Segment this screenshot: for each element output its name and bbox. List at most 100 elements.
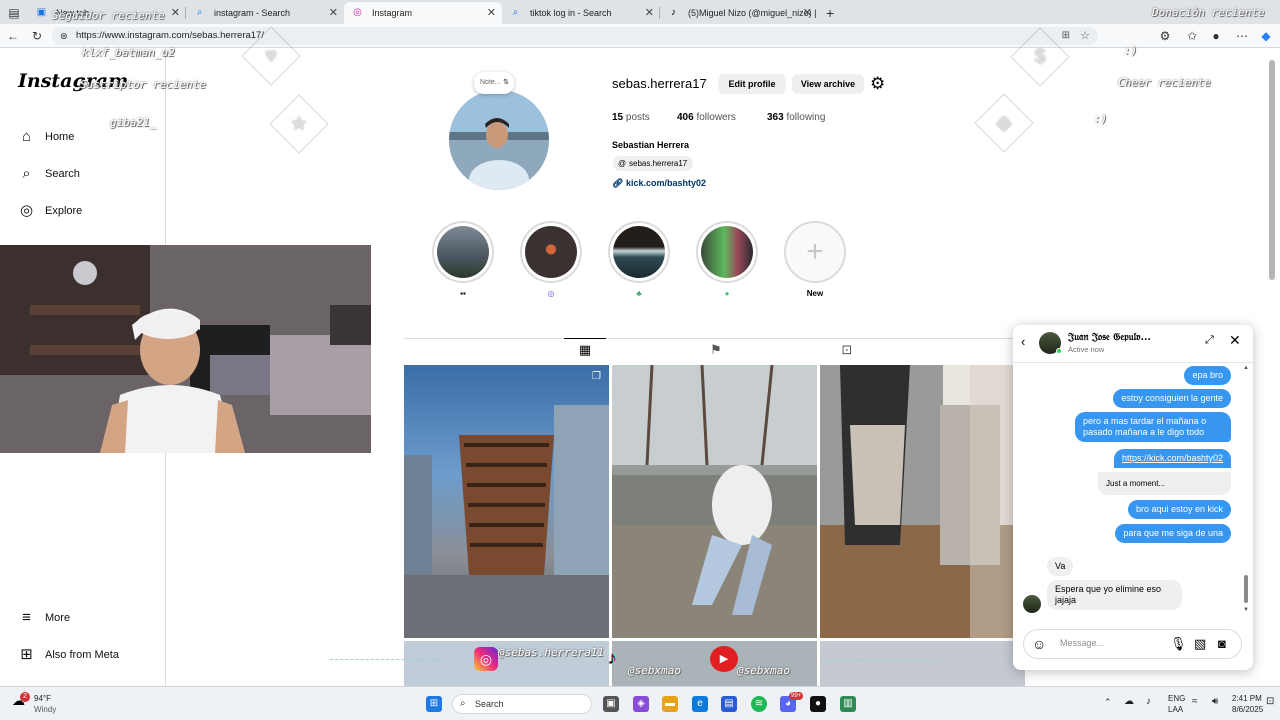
followers-stat[interactable]: 406 followers: [677, 112, 736, 123]
language-code[interactable]: ENG: [1168, 694, 1185, 703]
close-icon[interactable]: ✕: [171, 2, 180, 24]
message-outgoing[interactable]: para que me siga de una: [1115, 524, 1231, 543]
post-thumbnail[interactable]: [612, 365, 817, 638]
network-icon[interactable]: ☁: [1124, 696, 1134, 707]
message-link[interactable]: https://kick.com/bashty02: [1113, 449, 1231, 468]
settings-gear-icon[interactable]: ⚙: [870, 74, 885, 94]
link-preview[interactable]: Just a moment...: [1098, 472, 1231, 495]
new-tab-button[interactable]: +: [818, 2, 842, 24]
app-available-icon[interactable]: ⊞: [1062, 27, 1070, 45]
sidebar-item-more[interactable]: ≡ More: [18, 609, 70, 626]
favorite-star-icon[interactable]: ☆: [1080, 27, 1090, 45]
emoji-icon[interactable]: ☺: [1032, 636, 1046, 652]
chat-scrollbar[interactable]: ▲ ▼: [1243, 365, 1249, 615]
clock-date[interactable]: 8/6/2025: [1232, 705, 1263, 714]
sticker-icon[interactable]: ◙: [1218, 636, 1226, 652]
close-icon[interactable]: ✕: [1229, 332, 1241, 349]
favorites-icon[interactable]: ✩: [1184, 27, 1200, 45]
page-scrollbar[interactable]: [1269, 60, 1275, 280]
post-thumbnail[interactable]: [820, 365, 1025, 638]
close-icon[interactable]: ✕: [803, 2, 812, 24]
message-incoming[interactable]: Espera que yo elimine eso jajaja: [1047, 580, 1182, 610]
message-outgoing[interactable]: pero a mas tardar el mañana o pasado mañ…: [1075, 412, 1231, 442]
sidebar-item-also-from-meta[interactable]: ⊞ Also from Meta: [18, 646, 119, 663]
refresh-icon[interactable]: ↻: [29, 27, 45, 45]
sidebar-item-search[interactable]: ⌕ Search: [18, 165, 80, 182]
expand-icon[interactable]: ⤢: [1205, 334, 1214, 347]
overlay-tiktok-handle: @sebxmao: [628, 664, 681, 677]
taskbar-search[interactable]: ⌕ Search: [452, 694, 592, 714]
note-bubble[interactable]: Note... ⇅: [474, 72, 514, 94]
close-icon[interactable]: ✕: [487, 2, 496, 24]
message-input[interactable]: Message...: [1060, 638, 1104, 648]
url-input[interactable]: ⊜ https://www.instagram.com/sebas.herrer…: [52, 27, 1098, 45]
highlight-2[interactable]: [520, 221, 582, 283]
copilot-icon[interactable]: ◆: [1258, 27, 1274, 45]
back-icon[interactable]: ←: [5, 27, 21, 45]
close-icon[interactable]: ✕: [329, 2, 338, 24]
highlight-4[interactable]: [696, 221, 758, 283]
tab-tiktok-profile[interactable]: ♪ (5)Miguel Nizo (@miguel_nizo) | ✕: [660, 2, 818, 24]
bio-link[interactable]: 🔗︎ kick.com/bashty02: [612, 178, 706, 189]
windows-start-icon[interactable]: ⊞: [426, 696, 442, 712]
scroll-up-icon[interactable]: ▲: [1243, 365, 1249, 371]
task-view-icon[interactable]: ▣: [603, 696, 619, 712]
profile-avatar-icon[interactable]: ●: [1208, 27, 1224, 45]
microphone-icon[interactable]: ♪: [1146, 696, 1151, 707]
tab-actions-button[interactable]: ▤: [0, 2, 28, 24]
tab-instagram[interactable]: ◎ Instagram ✕: [344, 2, 502, 24]
posts-grid-icon[interactable]: ▦: [577, 343, 593, 357]
image-icon[interactable]: ▧: [1194, 636, 1206, 652]
wifi-icon[interactable]: ≈: [1192, 696, 1198, 707]
sidebar-item-home[interactable]: ⌂ Home: [18, 128, 74, 145]
microphone-icon[interactable]: 🎙︎: [1170, 636, 1187, 652]
app-icon[interactable]: ▥: [840, 696, 856, 712]
contact-name[interactable]: 𝔍𝔲𝔞𝔫 𝔍𝔬𝔰𝔢 𝔊𝔢𝔭𝔲𝔩𝔳...: [1068, 332, 1180, 343]
more-menu-icon[interactable]: ⋯: [1234, 27, 1250, 45]
view-archive-button[interactable]: View archive: [792, 74, 864, 94]
message-outgoing[interactable]: bro aqui estoy en kick: [1127, 500, 1231, 519]
new-highlight-button[interactable]: +: [784, 221, 846, 283]
overlay-divider: [330, 659, 445, 660]
tab-tiktok-search[interactable]: ⌕ tiktok log in - Search ✕: [502, 2, 660, 24]
spotify-icon[interactable]: ≋: [751, 696, 767, 712]
highlight-3[interactable]: [608, 221, 670, 283]
edit-profile-button[interactable]: Edit profile: [718, 74, 786, 94]
windows-taskbar: ☁ 2 94°F Windy ⊞ ⌕ Search ▣ ◈ ▬ e ▤ ≋ ◕ …: [0, 686, 1280, 720]
highlight-1[interactable]: [432, 221, 494, 283]
tab-instagram-search[interactable]: ⌕ instagram - Search ✕: [186, 2, 344, 24]
post-thumbnail[interactable]: ❐: [404, 365, 609, 638]
obs-icon[interactable]: ●: [810, 696, 826, 712]
weather-desc[interactable]: Windy: [34, 705, 56, 714]
volume-icon[interactable]: 🔊︎: [1212, 696, 1218, 707]
saved-bookmark-icon[interactable]: ⚑: [708, 343, 724, 357]
message-outgoing[interactable]: estoy consiguien la gente: [1113, 389, 1231, 408]
message-incoming[interactable]: Va: [1047, 557, 1074, 576]
language-layout[interactable]: LAA: [1168, 705, 1183, 714]
message-outgoing[interactable]: epa bro: [1184, 366, 1231, 385]
store-icon[interactable]: ▤: [721, 696, 737, 712]
scroll-down-icon[interactable]: ▼: [1243, 607, 1249, 613]
message-input-bar[interactable]: ☺ Message... 🎙︎ ▧ ◙: [1023, 629, 1242, 659]
note-text: Note...: [480, 79, 501, 86]
threads-badge[interactable]: @ sebas.herrera17: [613, 156, 694, 171]
clock-time[interactable]: 2:41 PM: [1232, 694, 1262, 703]
back-arrow-icon[interactable]: ‹: [1021, 334, 1025, 349]
site-info-icon[interactable]: ⊜: [60, 27, 68, 45]
copilot-icon[interactable]: ◈: [633, 696, 649, 712]
extensions-icon[interactable]: ⚙: [1157, 27, 1173, 45]
following-stat[interactable]: 363 following: [767, 112, 825, 123]
sidebar-item-explore[interactable]: ◎ Explore: [18, 202, 82, 219]
highlight-cover: [701, 226, 753, 278]
close-icon[interactable]: ✕: [645, 2, 654, 24]
notification-bell-icon[interactable]: ⊡: [1266, 696, 1274, 707]
profile-avatar[interactable]: [449, 90, 549, 190]
tab-title: (5)Miguel Nizo (@miguel_nizo) |: [688, 8, 817, 18]
chevron-up-icon[interactable]: ⌃: [1104, 697, 1112, 708]
post-thumbnail[interactable]: [820, 641, 1025, 686]
edge-icon[interactable]: e: [692, 696, 708, 712]
weather-temp[interactable]: 94°F: [34, 694, 51, 703]
scroll-thumb[interactable]: [1244, 575, 1248, 603]
tagged-icon[interactable]: ⊡: [839, 343, 855, 357]
file-explorer-icon[interactable]: ▬: [662, 696, 678, 712]
